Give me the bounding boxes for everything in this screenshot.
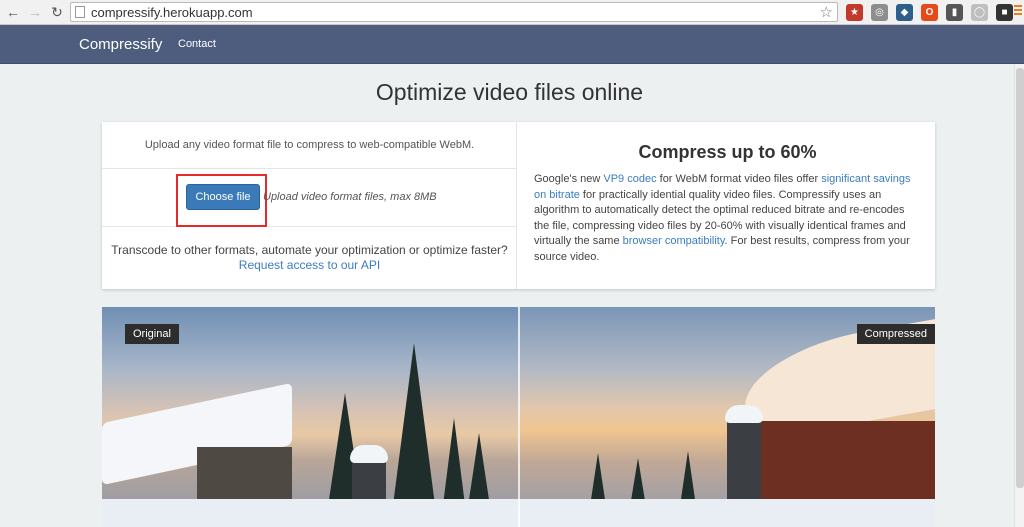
page-title: Optimize video files online — [375, 79, 644, 105]
api-text: Transcode to other formats, automate you… — [111, 243, 508, 257]
back-icon[interactable]: ← — [2, 1, 24, 23]
brand-link[interactable]: Compressify — [79, 36, 162, 53]
office-icon[interactable]: O — [921, 4, 938, 21]
bookmark-icon[interactable]: ▮ — [946, 4, 963, 21]
comparison-image[interactable]: Original Compressed — [102, 307, 935, 527]
ext-icon-7[interactable]: ■ — [996, 4, 1013, 21]
forward-icon[interactable]: → — [24, 1, 46, 23]
chrome-menu-icon[interactable] — [1014, 5, 1022, 15]
upload-section: Upload any video format file to compress… — [102, 122, 517, 289]
post-cap — [725, 405, 763, 423]
choose-file-button[interactable]: Choose file — [186, 184, 260, 210]
file-picker-row: Choose file Upload video format files, m… — [102, 169, 517, 227]
browser-toolbar: ← → ↻ compressify.herokuapp.com ☆ ★ ◎ ◆ O ▮ ◯… — [0, 0, 1024, 25]
info-description: Google's new VP9 codec for WebM format v… — [534, 172, 921, 265]
info-text-1: Google's new — [534, 173, 604, 185]
url-text: compressify.herokuapp.com — [91, 4, 253, 20]
ext-icon-6[interactable]: ◯ — [971, 4, 988, 21]
bookmark-star-icon[interactable]: ☆ — [820, 3, 833, 21]
upload-hint: Upload video format files, max 8MB — [263, 191, 437, 203]
reload-icon[interactable]: ↻ — [46, 1, 68, 23]
address-bar[interactable]: compressify.herokuapp.com ☆ — [70, 2, 838, 22]
page-scrollbar[interactable] — [1014, 64, 1024, 527]
ext-icon-1[interactable]: ★ — [846, 4, 863, 21]
scrollbar-thumb[interactable] — [1016, 68, 1024, 488]
nav-link-contact[interactable]: Contact — [178, 38, 216, 50]
compress-heading: Compress up to 60% — [638, 142, 817, 162]
browser-compat-link[interactable]: browser compatibility — [623, 235, 725, 247]
extensions-bar: ★ ◎ ◆ O ▮ ◯ ■ — [846, 4, 1013, 21]
vp9-codec-link[interactable]: VP9 codec — [603, 173, 656, 185]
upload-panel: Upload any video format file to compress… — [102, 122, 935, 289]
ext-icon-2[interactable]: ◎ — [871, 4, 888, 21]
info-section: Compress up to 60% Google's new VP9 code… — [518, 122, 935, 289]
post-cap — [350, 445, 388, 463]
api-access-link[interactable]: Request access to our API — [239, 258, 380, 272]
info-text-2: for WebM format video files offer — [656, 173, 822, 185]
site-navbar: Compressify Contact — [0, 25, 1024, 64]
page-icon — [75, 6, 85, 18]
original-label: Original — [125, 324, 179, 344]
ext-icon-3[interactable]: ◆ — [896, 4, 913, 21]
api-section: Transcode to other formats, automate you… — [102, 227, 517, 289]
comparison-divider[interactable] — [518, 307, 520, 527]
compressed-label: Compressed — [856, 324, 935, 344]
upload-intro: Upload any video format file to compress… — [102, 122, 517, 169]
shed-wall — [757, 421, 935, 507]
tree-shape — [392, 343, 436, 513]
